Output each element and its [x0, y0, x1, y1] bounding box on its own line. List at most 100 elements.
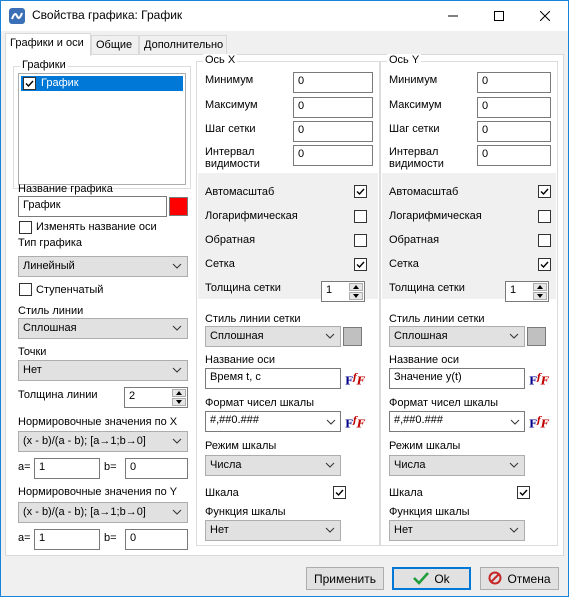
- rename-axis-checkbox[interactable]: [19, 221, 32, 234]
- axis-y-max-label: Максимум: [389, 99, 442, 111]
- spin-up-button[interactable]: [172, 389, 186, 397]
- norm-x-select[interactable]: (x - b)/(a - b); [a→1;b→0]: [18, 431, 188, 452]
- axis-y-axis-name-input[interactable]: Значение y(t): [389, 368, 525, 389]
- axis-y-log-label: Логарифмическая: [389, 210, 482, 222]
- charts-group: Графики График: [13, 59, 191, 189]
- tab-charts-and-axes[interactable]: Графики и оси: [5, 33, 91, 56]
- axis-x-axis-name-input[interactable]: Время t, с: [205, 368, 341, 389]
- ok-button[interactable]: Ok: [392, 567, 471, 590]
- tab-strip: Графики и оси Общие Дополнительно: [1, 31, 568, 56]
- axis-x-grid-color-swatch[interactable]: [343, 327, 362, 346]
- charts-list[interactable]: График: [18, 73, 186, 185]
- axis-y-number-format-select[interactable]: #,##0.###: [389, 411, 525, 432]
- checkmark-icon: [519, 489, 528, 497]
- axis-x-scale-function-label: Функция шкалы: [205, 506, 286, 518]
- chevron-down-icon: [509, 462, 519, 468]
- chart-type-select[interactable]: Линейный: [18, 256, 188, 277]
- points-select[interactable]: Нет: [18, 360, 188, 381]
- axis-x-scale-checkbox[interactable]: [333, 486, 346, 499]
- axis-y-grid-width-spinner[interactable]: 1: [505, 281, 549, 302]
- properties-dialog: Свойства графика: График Графики и оси О…: [0, 0, 569, 597]
- font-format-icon[interactable]: FfF: [345, 415, 365, 431]
- rename-axis-label: Изменять название оси: [36, 221, 157, 233]
- axis-x-grid-line-style-select[interactable]: Сплошная: [205, 326, 341, 347]
- axis-x-log-label: Логарифмическая: [205, 210, 298, 222]
- chart-name-input[interactable]: График: [18, 196, 167, 217]
- spin-up-button[interactable]: [349, 283, 363, 291]
- axis-y-scale-checkbox[interactable]: [517, 486, 530, 499]
- axis-y-grid-step-input[interactable]: 0: [477, 121, 551, 142]
- font-format-icon-sub: F: [540, 374, 549, 388]
- norm-y-a-input[interactable]: 1: [34, 529, 100, 550]
- font-format-icon[interactable]: FfF: [529, 372, 549, 388]
- axis-y-grid-color-swatch[interactable]: [527, 327, 546, 346]
- checkmark-icon: [356, 261, 365, 269]
- axis-y-visible-interval-label: Интервал: [389, 146, 439, 158]
- axis-x-number-format-select[interactable]: #,##0.###: [205, 411, 341, 432]
- cancel-button[interactable]: Отмена: [480, 567, 559, 590]
- close-button[interactable]: [522, 1, 568, 31]
- axis-x-scale-function-select[interactable]: Нет: [205, 520, 341, 541]
- axis-x-group-title: Ось X: [203, 54, 238, 66]
- axis-x-autoscale-label: Автомасштаб: [205, 186, 275, 198]
- spin-down-button[interactable]: [172, 398, 186, 406]
- chevron-down-icon: [325, 462, 335, 468]
- axis-x-min-label: Минимум: [205, 74, 254, 86]
- minimize-icon: [448, 15, 458, 17]
- font-format-icon[interactable]: FfF: [345, 372, 365, 388]
- axis-y-min-input[interactable]: 0: [477, 72, 551, 93]
- norm-x-label: Нормировочные значения по X: [18, 416, 178, 428]
- norm-y-b-input[interactable]: 0: [125, 529, 188, 550]
- chevron-down-icon: [510, 419, 520, 425]
- title-bar[interactable]: Свойства графика: График: [1, 1, 568, 31]
- spin-up-button[interactable]: [533, 283, 547, 291]
- apply-button[interactable]: Применить: [306, 567, 384, 590]
- minimize-button[interactable]: [430, 1, 476, 31]
- axis-y-max-input[interactable]: 0: [477, 97, 551, 118]
- axis-x-grid-step-input[interactable]: 0: [293, 121, 373, 142]
- axis-x-grid-width-spinner[interactable]: 1: [321, 281, 365, 302]
- arrow-down-icon: [353, 294, 359, 298]
- line-width-spinner[interactable]: 2: [124, 387, 188, 408]
- axis-y-scale-function-select[interactable]: Нет: [389, 520, 525, 541]
- axis-x-autoscale-checkbox[interactable]: [354, 185, 367, 198]
- spin-down-button[interactable]: [349, 292, 363, 300]
- norm-y-select[interactable]: (x - b)/(a - b); [a→1;b→0]: [18, 502, 188, 523]
- axis-y-inverse-checkbox[interactable]: [538, 234, 551, 247]
- chart-visible-checkbox[interactable]: [23, 77, 36, 90]
- axis-y-grid-line-style-select[interactable]: Сплошная: [389, 326, 525, 347]
- axis-x-inverse-checkbox[interactable]: [354, 234, 367, 247]
- norm-y-a-label: a=: [18, 532, 31, 544]
- stepped-checkbox[interactable]: [19, 283, 32, 296]
- chart-color-swatch[interactable]: [169, 197, 188, 216]
- tab-advanced[interactable]: Дополнительно: [139, 35, 227, 55]
- checkmark-icon: [540, 261, 549, 269]
- axis-x-number-format-label: Формат чисел шкалы: [205, 397, 315, 409]
- axis-x-max-input[interactable]: 0: [293, 97, 373, 118]
- axis-x-log-checkbox[interactable]: [354, 210, 367, 223]
- tab-general[interactable]: Общие: [91, 35, 139, 55]
- axis-y-autoscale-checkbox[interactable]: [538, 185, 551, 198]
- checkmark-icon: [335, 489, 344, 497]
- axis-y-visible-interval-input[interactable]: 0: [477, 145, 551, 166]
- axis-y-log-checkbox[interactable]: [538, 210, 551, 223]
- font-format-icon[interactable]: FfF: [529, 415, 549, 431]
- chevron-down-icon: [325, 333, 335, 339]
- norm-x-a-input[interactable]: 1: [34, 458, 100, 479]
- axis-x-visible-interval-input[interactable]: 0: [293, 145, 373, 166]
- axis-x-number-format-value: #,##0.###: [210, 414, 259, 426]
- axis-x-scale-mode-select[interactable]: Числа: [205, 455, 341, 476]
- axis-y-scale-mode-select[interactable]: Числа: [389, 455, 525, 476]
- spin-down-button[interactable]: [533, 292, 547, 300]
- arrow-down-icon: [537, 294, 543, 298]
- line-style-select[interactable]: Сплошная: [18, 318, 188, 339]
- axis-x-group: Ось X Минимум 0 Максимум 0 Шаг сетки 0 И…: [196, 54, 380, 546]
- list-item[interactable]: График: [21, 76, 183, 91]
- norm-x-b-input[interactable]: 0: [125, 458, 188, 479]
- font-format-icon-f: F: [345, 374, 353, 388]
- axis-x-min-input[interactable]: 0: [293, 72, 373, 93]
- checkmark-icon: [356, 188, 365, 196]
- axis-y-grid-checkbox[interactable]: [538, 258, 551, 271]
- axis-x-grid-checkbox[interactable]: [354, 258, 367, 271]
- maximize-button[interactable]: [476, 1, 522, 31]
